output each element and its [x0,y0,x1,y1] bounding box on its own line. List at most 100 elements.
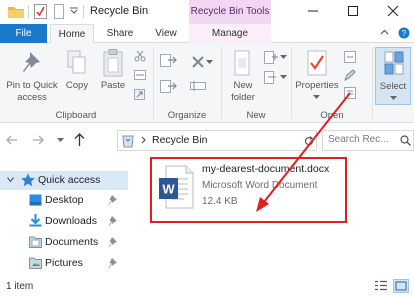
cut-icon[interactable] [134,50,146,62]
sidebar-item-downloads[interactable]: Downloads [0,212,128,231]
new-folder-label-line1: New [233,80,253,91]
new-item-dropdown-icon[interactable] [280,55,287,60]
large-icons-view-icon[interactable] [393,279,409,293]
tab-share[interactable]: Share [100,24,140,43]
ribbon-group-separator [221,47,222,119]
ribbon-group-separator [153,47,154,119]
window-title: Recycle Bin [90,5,149,17]
ribbon-group-separator [291,47,292,119]
search-input[interactable]: Search Rec... [328,134,389,145]
collapse-chevron-icon[interactable] [7,177,14,183]
tab-manage[interactable]: Manage [189,24,271,43]
new-item-icon[interactable] [264,51,278,64]
qat-separator [83,5,84,18]
highlight-box [150,157,347,223]
tab-home[interactable]: Home [50,24,94,44]
sidebar-item-quick-access[interactable]: Quick access [0,171,128,190]
copy-to-icon[interactable] [160,78,178,94]
pinned-icon [108,195,117,205]
copy-button[interactable]: Copy [62,47,92,105]
address-bar[interactable] [117,130,317,151]
pinned-icon [108,258,117,268]
new-folder-icon [233,50,253,76]
properties-dropdown-icon[interactable] [313,95,320,100]
maximize-button[interactable] [336,0,370,22]
star-icon [21,173,35,187]
sidebar-item-label: Documents [45,236,99,248]
pin-label-line2: access [17,92,47,103]
qat-separator [28,5,29,18]
item-count: 1 item [6,281,34,292]
documents-folder-icon [29,235,42,248]
paste-icon [103,49,123,77]
back-arrow-icon[interactable] [6,135,18,145]
group-label-organize: Organize [167,110,207,121]
group-label-new: New [246,110,266,121]
select-button[interactable]: Select [375,47,411,105]
context-tab-header: Recycle Bin Tools [189,0,271,24]
group-label-clipboard: Clipboard [55,110,97,121]
new-folder-label-line2: folder [231,92,255,103]
select-dropdown-icon[interactable] [390,96,397,101]
close-button[interactable] [376,0,410,22]
desktop-folder-icon [29,194,42,206]
easy-access-icon[interactable] [264,71,278,84]
properties-icon [307,50,327,76]
pin-to-quick-access-button[interactable]: Pin to Quick access [2,47,62,105]
sidebar-item-pictures[interactable]: Pictures [0,254,128,273]
ribbon-collapse-icon[interactable] [380,29,389,35]
svg-text:?: ? [402,29,407,38]
sidebar-item-desktop[interactable]: Desktop [0,191,128,210]
delete-dropdown-icon[interactable] [206,60,213,65]
copy-path-icon[interactable] [134,70,146,80]
new-folder-qat-icon[interactable] [54,4,64,19]
qat-dropdown-icon[interactable] [70,7,78,14]
move-to-icon[interactable] [160,52,178,68]
sidebar-item-label: Pictures [45,257,83,269]
select-icon [384,51,404,75]
copy-label: Copy [65,80,89,91]
breadcrumb-current[interactable]: Recycle Bin [152,134,207,146]
pin-icon [21,50,43,76]
help-icon[interactable]: ? [398,27,410,39]
history-icon[interactable] [344,87,356,99]
details-view-icon[interactable] [375,280,387,291]
properties-button[interactable]: Properties [294,47,340,105]
properties-label: Properties [295,80,339,91]
paste-label: Paste [100,80,126,91]
folder-app-icon [8,5,24,18]
ribbon-group-separator [372,47,373,119]
sidebar-item-label: Desktop [45,194,84,206]
tab-file[interactable]: File [0,24,47,43]
new-folder-button[interactable]: New folder [226,47,260,105]
open-icon[interactable] [344,51,356,63]
downloads-folder-icon [29,214,42,227]
up-arrow-icon[interactable] [74,133,85,146]
minimize-button[interactable] [296,0,330,22]
pinned-icon [108,216,117,226]
forward-arrow-icon[interactable] [32,135,44,145]
rename-icon[interactable] [190,80,206,92]
group-label-open: Open [320,110,344,121]
delete-icon[interactable] [192,56,204,68]
sidebar-item-documents[interactable]: Documents [0,233,128,252]
paste-shortcut-icon[interactable] [134,88,146,100]
recycle-bin-small-icon [122,134,134,148]
properties-qat-icon[interactable] [34,4,47,19]
paste-button[interactable]: Paste [96,47,130,105]
sidebar-item-label: Quick access [38,174,101,186]
breadcrumb-chevron-icon[interactable] [141,136,147,144]
pictures-folder-icon [29,256,42,269]
pinned-icon [108,237,117,247]
pin-label-line1: Pin to Quick [6,80,58,91]
sidebar-item-label: Downloads [45,215,97,227]
search-icon[interactable] [400,135,411,146]
copy-icon [67,50,87,76]
recent-locations-icon[interactable] [57,138,64,143]
refresh-icon[interactable] [304,136,314,146]
select-label: Select [379,81,407,92]
status-bar [0,277,414,296]
edit-icon[interactable] [344,69,356,82]
easy-access-dropdown-icon[interactable] [280,75,287,80]
tab-view[interactable]: View [146,24,186,43]
